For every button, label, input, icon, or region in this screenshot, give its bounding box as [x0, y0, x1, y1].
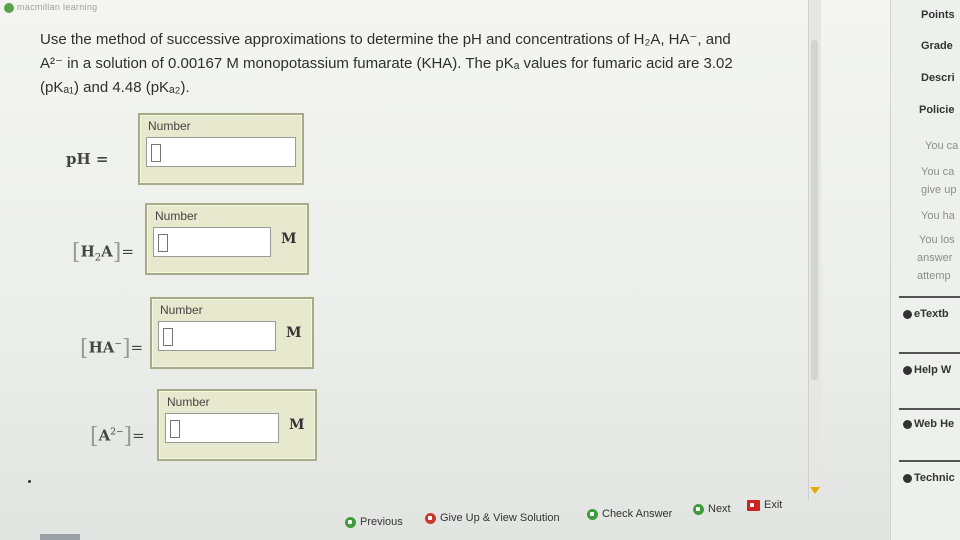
h2a-label-main: H: [80, 242, 95, 261]
h2a-number-label: Number: [155, 209, 198, 223]
give-up-x-icon: [425, 512, 436, 524]
grade-heading: Grade: [921, 40, 953, 52]
next-button[interactable]: Next: [693, 503, 731, 515]
bracket-close: ]: [123, 424, 133, 449]
h2a-answer-box: Number M: [145, 203, 309, 275]
h2a-label-tail: A: [101, 242, 113, 261]
web-help-label: Web He: [914, 418, 955, 430]
ph-input-cursor: [151, 144, 161, 162]
help-link[interactable]: Help W: [903, 364, 951, 376]
ha-answer-box: Number M: [150, 297, 314, 369]
ha-number-label: Number: [160, 303, 203, 317]
give-up-button[interactable]: Give Up & View Solution: [425, 512, 560, 524]
bullet-mark: [28, 480, 31, 483]
h2a-unit: M: [281, 231, 297, 247]
points-heading: Points: [921, 9, 955, 21]
screen: macmillan learning Use the method of suc…: [0, 0, 960, 540]
divider: [899, 460, 960, 462]
a2-label: [A2−]=: [90, 424, 145, 449]
policy-note-1: You ca: [925, 140, 959, 152]
policy-note-6: answer: [917, 252, 953, 264]
policy-note-5: You los: [919, 234, 955, 246]
h2a-label: [H2A]=: [72, 240, 134, 265]
divider: [899, 352, 960, 354]
scrollbar[interactable]: [808, 0, 821, 500]
a2-number-label: Number: [167, 395, 210, 409]
h2a-input[interactable]: [153, 227, 271, 257]
h2a-input-cursor: [158, 234, 168, 252]
ha-input-cursor: [163, 328, 173, 346]
technical-icon: [903, 473, 912, 483]
question-line-2: A²⁻ in a solution of 0.00167 M monopotas…: [40, 55, 733, 72]
check-answer-label: Check Answer: [602, 508, 673, 520]
web-help-link[interactable]: Web He: [903, 418, 954, 430]
policy-note-3: give up: [921, 184, 957, 196]
help-label: Help W: [914, 364, 952, 376]
ph-number-label: Number: [148, 119, 191, 133]
check-mark-icon: [587, 508, 598, 520]
exit-door-icon: [747, 499, 760, 511]
a2-unit: M: [289, 417, 305, 433]
check-answer-button[interactable]: Check Answer: [587, 508, 672, 520]
web-help-icon: [903, 419, 912, 429]
next-arrow-icon: [693, 503, 704, 515]
policy-note-4: You ha: [921, 210, 955, 222]
question-text: Use the method of successive approximati…: [40, 28, 780, 100]
etextbook-label: eTextb: [914, 308, 949, 320]
policy-note-7: attemp: [917, 270, 951, 282]
previous-button[interactable]: Previous: [345, 516, 403, 528]
policy-note-2: You ca: [921, 166, 955, 178]
exit-button[interactable]: Exit: [747, 499, 782, 511]
previous-arrow-icon: [345, 516, 356, 528]
equals-sign: =: [121, 242, 134, 261]
bracket-open: [: [90, 424, 99, 449]
policies-heading[interactable]: Policie: [919, 104, 954, 116]
technical-label: Technic: [914, 472, 955, 484]
technical-link[interactable]: Technic: [903, 472, 955, 484]
question-line-3: (pKₐ₁) and 4.48 (pKₐ₂).: [40, 79, 190, 96]
etextbook-link[interactable]: eTextb: [903, 308, 949, 320]
ha-input[interactable]: [158, 321, 276, 351]
ha-label: [HA−]=: [80, 336, 143, 361]
give-up-label: Give Up & View Solution: [440, 512, 560, 524]
ha-unit: M: [286, 325, 302, 341]
next-label: Next: [708, 503, 731, 515]
scroll-down-arrow-icon[interactable]: [810, 487, 820, 494]
ph-input[interactable]: [146, 137, 296, 167]
question-line-1: Use the method of successive approximati…: [40, 31, 731, 48]
previous-label: Previous: [360, 516, 403, 528]
a2-answer-box: Number M: [157, 389, 317, 461]
bottom-action-bar: Previous Give Up & View Solution Check A…: [335, 498, 795, 532]
hint-tab[interactable]: [40, 534, 80, 540]
equals-sign: =: [132, 426, 145, 445]
bracket-open: [: [80, 336, 89, 361]
ha-label-main: HA: [88, 338, 115, 357]
equals-sign: =: [130, 338, 144, 357]
a2-input-cursor: [170, 420, 180, 438]
divider: [899, 296, 960, 298]
bracket-close: ]: [121, 336, 131, 361]
right-side-panel: Points Grade Descri Policie You ca You c…: [890, 0, 960, 540]
a2-label-sup: 2−: [110, 427, 124, 438]
ph-label: pH =: [66, 150, 108, 168]
bracket-open: [: [72, 240, 81, 265]
scrollbar-thumb[interactable]: [811, 40, 818, 380]
ha-label-sup: −: [114, 339, 122, 350]
ph-answer-box: Number: [138, 113, 304, 185]
ph-label-text: pH =: [66, 150, 109, 168]
a2-input[interactable]: [165, 413, 279, 443]
main-content: Use the method of successive approximati…: [0, 0, 821, 540]
help-icon: [903, 365, 912, 375]
description-heading[interactable]: Descri: [921, 72, 955, 84]
exit-label: Exit: [764, 499, 783, 511]
etextbook-icon: [903, 309, 912, 319]
a2-label-main: A: [98, 426, 111, 445]
divider: [899, 408, 960, 410]
